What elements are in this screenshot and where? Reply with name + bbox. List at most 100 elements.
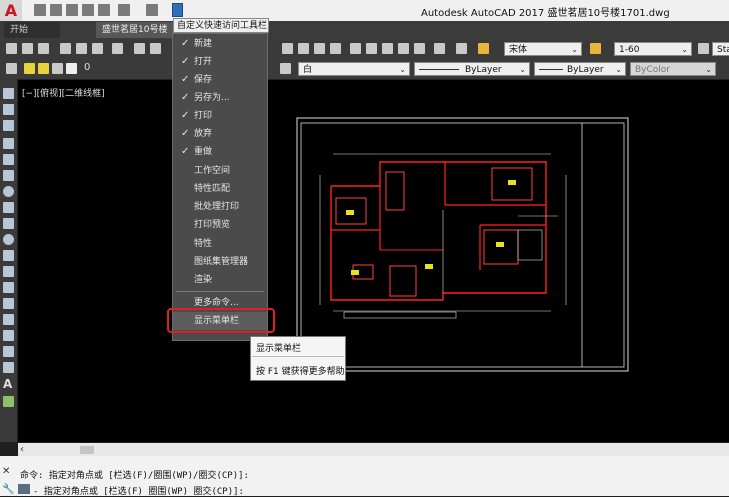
dim-scale-select[interactable]: 1-60 ⌄ [614, 42, 692, 56]
color-select[interactable]: 白 ⌄ [298, 62, 410, 76]
layer-manager-icon[interactable] [6, 63, 17, 74]
checkmark-icon: ✓ [181, 146, 190, 157]
menu-item-render[interactable]: 渲染 [173, 271, 267, 289]
zoom-window-icon[interactable] [314, 43, 325, 54]
gradient-icon[interactable] [3, 330, 14, 341]
layer-freeze-icon[interactable] [38, 63, 49, 74]
menu-item-save[interactable]: ✓ 保存 [173, 71, 267, 89]
sheet-set-icon[interactable] [398, 43, 409, 54]
scrollbar-thumb[interactable] [80, 446, 94, 454]
preview-icon[interactable] [76, 43, 87, 54]
save-icon[interactable] [38, 43, 49, 54]
checkmark-icon: ✓ [181, 128, 190, 139]
zoom-previous-icon[interactable] [330, 43, 341, 54]
make-block-icon[interactable] [3, 282, 14, 293]
circle-icon[interactable] [3, 186, 14, 197]
3d-icon[interactable] [112, 43, 123, 54]
calculator-icon[interactable] [434, 43, 445, 54]
qat-dropdown-button[interactable] [172, 3, 183, 17]
wrench-icon[interactable]: 🔧 [2, 484, 14, 495]
arc-icon[interactable] [3, 170, 14, 181]
copy-icon[interactable] [150, 43, 161, 54]
table-style-icon[interactable] [698, 43, 709, 54]
room-tag-4 [351, 270, 359, 275]
menu-item-properties[interactable]: 特性 [173, 235, 267, 253]
text-style-icon[interactable] [478, 43, 489, 54]
menu-item-batch-plot[interactable]: 批处理打印 [173, 198, 267, 216]
multiline-text-icon[interactable]: A [3, 377, 12, 391]
properties-icon[interactable] [350, 43, 361, 54]
table-style-select[interactable]: Sta [712, 42, 729, 56]
open-icon[interactable] [50, 4, 62, 16]
open-icon[interactable] [22, 43, 33, 54]
menu-item-print[interactable]: ✓ 打印 [173, 107, 267, 125]
command-input[interactable]: - 指定对角点或 [栏选(F) 圈围(WP) 圈交(CP)]: [33, 484, 244, 497]
polygon-icon[interactable] [3, 138, 14, 149]
dim-block-bottom [343, 311, 457, 319]
layer-on-icon[interactable] [24, 63, 35, 74]
ellipse-arc-icon[interactable] [3, 250, 14, 261]
help-icon[interactable] [456, 43, 467, 54]
line-icon[interactable] [3, 88, 14, 99]
plotstyle-select[interactable]: ByColor ⌄ [630, 62, 716, 76]
design-center-icon[interactable] [366, 43, 377, 54]
table-icon[interactable] [3, 362, 14, 373]
menu-item-open[interactable]: ✓ 打开 [173, 53, 267, 71]
scroll-left-icon[interactable]: ‹ [20, 443, 30, 456]
new-icon[interactable] [34, 4, 46, 16]
command-icon [18, 484, 30, 494]
room-tag-3 [496, 242, 504, 247]
sheet-border-outer [296, 117, 629, 372]
horizontal-scrollbar[interactable] [18, 443, 729, 456]
spline-icon[interactable] [3, 218, 14, 229]
hatch-icon[interactable] [3, 314, 14, 325]
add-selected-icon[interactable] [3, 396, 14, 407]
tooltip-help: 按 F1 键获得更多帮助 [256, 367, 345, 377]
linetype-select[interactable]: ByLayer ⌄ [414, 62, 530, 76]
checkmark-icon: ✓ [181, 56, 190, 67]
checkmark-icon: ✓ [181, 110, 190, 121]
tool-palettes-icon[interactable] [382, 43, 393, 54]
layer-lock-icon[interactable] [52, 63, 63, 74]
menu-item-undo[interactable]: ✓ 放弃 [173, 125, 267, 143]
publish-icon[interactable] [92, 43, 103, 54]
cut-icon[interactable] [134, 43, 145, 54]
menu-item-saveas[interactable]: ✓ 另存为... [173, 89, 267, 107]
new-icon[interactable] [6, 43, 17, 54]
markup-icon[interactable] [414, 43, 425, 54]
print-icon[interactable] [98, 4, 110, 16]
polyline-icon[interactable] [3, 120, 14, 131]
menu-item-workspace[interactable]: 工作空间 [173, 162, 267, 180]
viewport-controls[interactable]: [−][俯视][二维线框] [22, 86, 105, 99]
menu-item-redo[interactable]: ✓ 重做 [173, 143, 267, 161]
layer-name[interactable]: 0 [84, 62, 90, 73]
menu-item-plot-preview[interactable]: 打印预览 [173, 216, 267, 234]
layer-color-icon[interactable] [66, 63, 77, 74]
region-icon[interactable] [3, 346, 14, 357]
match-layer-icon[interactable] [280, 63, 291, 74]
menu-item-sheet-set-manager[interactable]: 图纸集管理器 [173, 253, 267, 271]
revision-cloud-icon[interactable] [3, 202, 14, 213]
app-logo[interactable]: A [0, 0, 22, 21]
menu-item-match-properties[interactable]: 特性匹配 [173, 180, 267, 198]
print-icon[interactable] [60, 43, 71, 54]
menu-item-new[interactable]: ✓ 新建 [173, 35, 267, 53]
rectangle-icon[interactable] [3, 154, 14, 165]
drawing-canvas[interactable] [18, 80, 729, 442]
lineweight-select[interactable]: ByLayer ⌄ [534, 62, 626, 76]
saveas-icon[interactable] [82, 4, 94, 16]
room-tag-5 [425, 264, 433, 269]
close-icon[interactable]: ✕ [2, 466, 10, 477]
ellipse-icon[interactable] [3, 234, 14, 245]
point-icon[interactable] [3, 298, 14, 309]
construction-line-icon[interactable] [3, 104, 14, 115]
insert-block-icon[interactable] [3, 266, 14, 277]
undo-icon[interactable] [118, 4, 130, 16]
save-icon[interactable] [66, 4, 78, 16]
pan-icon[interactable] [282, 43, 293, 54]
redo-icon[interactable] [146, 4, 158, 16]
zoom-realtime-icon[interactable] [298, 43, 309, 54]
tab-start[interactable]: 开始 [4, 22, 60, 38]
dim-style-icon[interactable] [590, 43, 601, 54]
font-select[interactable]: 宋体 ⌄ [504, 42, 582, 56]
